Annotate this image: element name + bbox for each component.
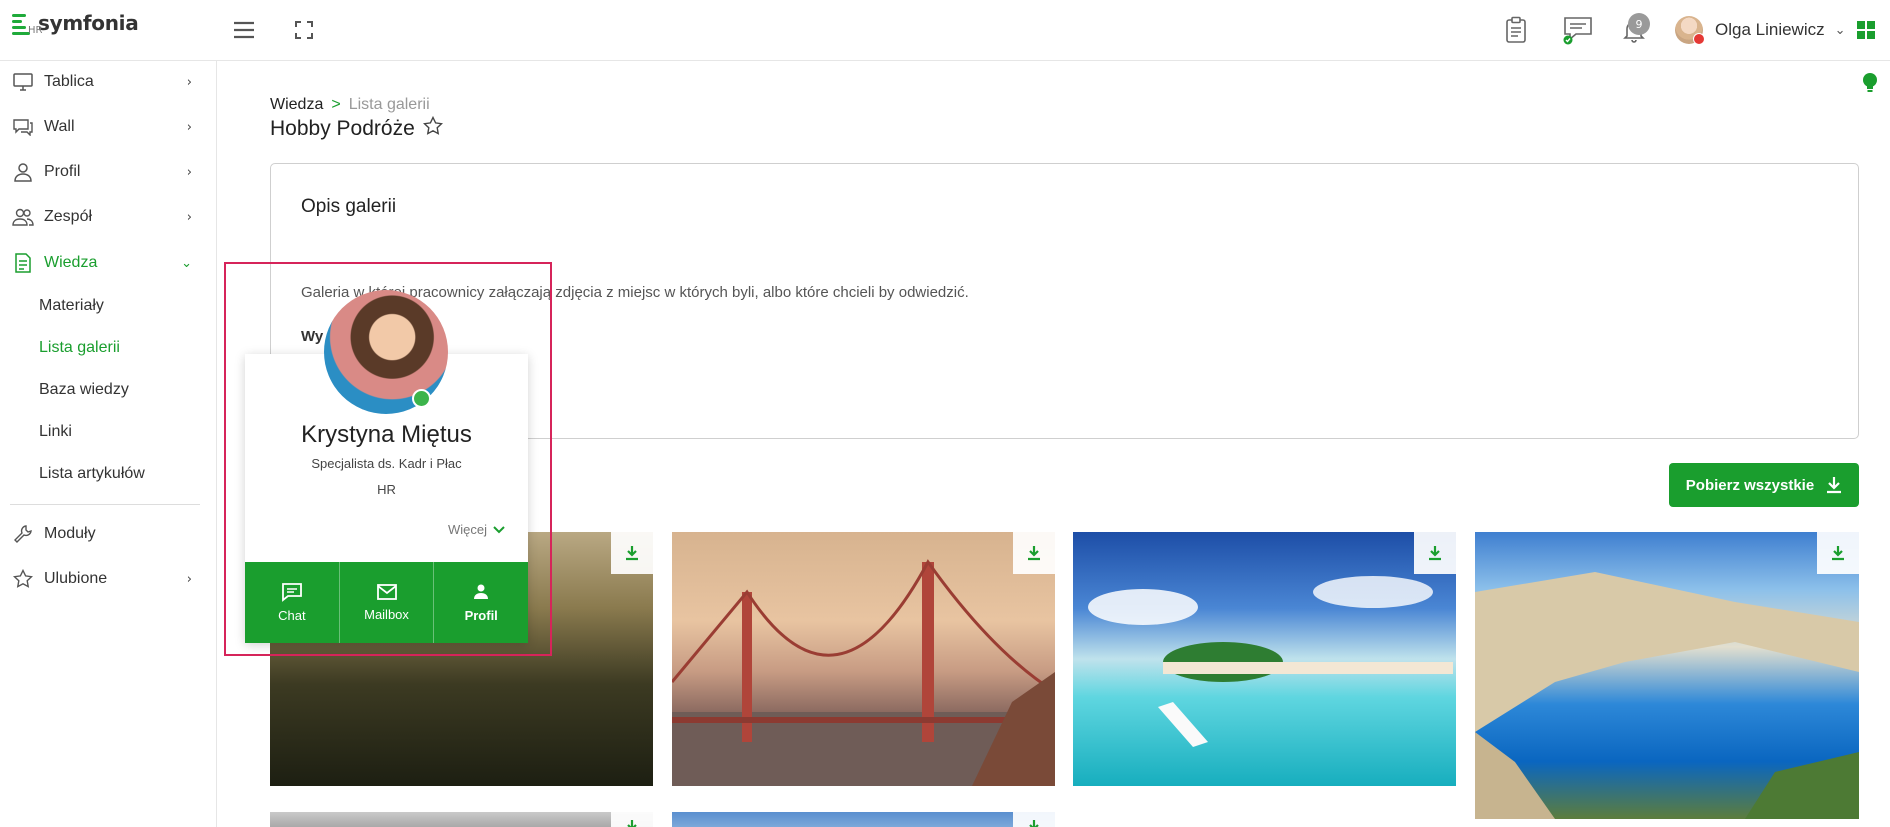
- download-icon[interactable]: [1817, 532, 1859, 574]
- chat-icon: [12, 116, 34, 138]
- sidebar-item-zespol[interactable]: Zespół ›: [0, 199, 200, 235]
- top-bar: symfonia HR 9 Olga Liniewicz ⌄: [0, 0, 1890, 61]
- sidebar-item-wall[interactable]: Wall ›: [0, 109, 200, 145]
- profile-department: HR: [377, 482, 396, 497]
- chat-button-label: Chat: [278, 608, 306, 623]
- download-icon[interactable]: [611, 532, 653, 574]
- clipboard-icon[interactable]: [1498, 12, 1534, 48]
- hamburger-menu-icon[interactable]: [226, 12, 262, 48]
- chevron-right-icon: ›: [186, 571, 192, 587]
- mailbox-button-label: Mailbox: [364, 607, 409, 622]
- lightbulb-icon[interactable]: [1862, 72, 1878, 98]
- fullscreen-icon[interactable]: [286, 12, 322, 48]
- bay-illustration: [1475, 572, 1859, 819]
- sidebar-item-tablica[interactable]: Tablica ›: [0, 64, 200, 100]
- breadcrumb: Wiedza > Lista galerii: [270, 96, 430, 114]
- mail-icon: [376, 584, 397, 600]
- gallery-photo[interactable]: [1073, 532, 1456, 786]
- island-illustration: [1088, 576, 1453, 747]
- page-title: Hobby Podróże: [270, 115, 443, 142]
- download-icon: [1827, 477, 1842, 494]
- sidebar-subitem-materialy[interactable]: Materiały: [39, 297, 104, 315]
- sidebar-item-label: Profil: [44, 163, 81, 180]
- breadcrumb-root[interactable]: Wiedza: [270, 96, 323, 113]
- app-module: HR: [28, 25, 43, 36]
- sidebar-divider: [10, 504, 200, 505]
- sidebar-item-label: Wall: [44, 118, 75, 135]
- sidebar-item-moduly[interactable]: Moduły: [0, 516, 200, 552]
- chevron-down-icon: [493, 525, 505, 533]
- user-name: Olga Liniewicz: [1715, 20, 1825, 39]
- sidebar-item-label: Zespół: [44, 208, 93, 225]
- gallery-photo[interactable]: [672, 532, 1055, 786]
- user-menu[interactable]: Olga Liniewicz ⌄: [1675, 14, 1846, 46]
- monitor-icon: [12, 71, 34, 93]
- chat-icon: [281, 583, 302, 602]
- sidebar-item-profil[interactable]: Profil ›: [0, 154, 200, 190]
- download-all-button[interactable]: Pobierz wszystkie: [1669, 463, 1859, 507]
- download-all-label: Pobierz wszystkie: [1685, 476, 1815, 494]
- profile-more-label: Więcej: [448, 522, 488, 537]
- person-icon: [474, 584, 489, 599]
- team-icon: [12, 206, 34, 228]
- chevron-right-icon: ›: [186, 119, 192, 135]
- document-icon: [12, 252, 34, 274]
- profile-button-label: Profil: [464, 608, 498, 623]
- sidebar-subitem-baza-wiedzy[interactable]: Baza wiedzy: [39, 381, 129, 399]
- messages-icon[interactable]: [1560, 12, 1596, 48]
- page-title-text: Hobby Podróże: [270, 117, 415, 140]
- profile-button[interactable]: Profil: [434, 562, 529, 643]
- sidebar-item-ulubione[interactable]: Ulubione ›: [0, 561, 200, 597]
- profile-role: Specjalista ds. Kadr i Płac: [311, 456, 462, 471]
- app-name: symfonia: [38, 11, 139, 35]
- sidebar-subitem-lista-artykulow[interactable]: Lista artykułów: [39, 465, 145, 483]
- profile-more-toggle[interactable]: Więcej: [448, 522, 505, 537]
- notifications-bell-icon[interactable]: 9: [1616, 12, 1652, 48]
- gallery-photo[interactable]: [1475, 532, 1859, 819]
- chat-button[interactable]: Chat: [245, 562, 340, 643]
- user-avatar: [1675, 16, 1705, 45]
- profile-name: Krystyna Miętus: [301, 421, 472, 448]
- download-icon[interactable]: [1414, 532, 1456, 574]
- profile-actions: Chat Mailbox Profil: [245, 562, 529, 643]
- chevron-right-icon: ›: [186, 209, 192, 225]
- apps-grid-icon[interactable]: [1848, 12, 1884, 48]
- download-icon[interactable]: [611, 812, 653, 827]
- chevron-right-icon: ›: [186, 164, 192, 180]
- person-icon: [12, 161, 34, 183]
- star-icon: [12, 568, 34, 590]
- mailbox-button[interactable]: Mailbox: [339, 562, 435, 643]
- sidebar-item-label: Moduły: [44, 525, 96, 542]
- sidebar-item-wiedza[interactable]: Wiedza ⌄: [0, 245, 200, 281]
- download-icon[interactable]: [1013, 532, 1055, 574]
- description-title: Opis galerii: [301, 196, 397, 217]
- sidebar-subitem-lista-galerii[interactable]: Lista galerii: [39, 339, 120, 357]
- sidebar-item-label: Tablica: [44, 73, 94, 90]
- gallery-photo[interactable]: [270, 812, 653, 827]
- wrench-icon: [12, 523, 34, 545]
- sidebar-item-label: Wiedza: [44, 254, 98, 271]
- gallery-photo[interactable]: [672, 812, 1055, 827]
- chevron-down-icon: ⌄: [181, 255, 192, 271]
- online-status-icon: [412, 389, 431, 408]
- favorite-star-icon[interactable]: [422, 115, 443, 142]
- breadcrumb-separator: >: [331, 96, 341, 113]
- chevron-right-icon: ›: [186, 74, 192, 90]
- sidebar-subitem-linki[interactable]: Linki: [39, 423, 72, 441]
- chevron-down-icon: ⌄: [1834, 22, 1846, 38]
- bridge-illustration: [672, 559, 1055, 786]
- breadcrumb-current: Lista galerii: [348, 96, 430, 113]
- download-icon[interactable]: [1013, 812, 1055, 827]
- notifications-badge: 9: [1628, 13, 1650, 35]
- sidebar: Tablica › Wall › Profil › Zespół › Wiedz…: [0, 61, 217, 827]
- sidebar-item-label: Ulubione: [44, 570, 108, 587]
